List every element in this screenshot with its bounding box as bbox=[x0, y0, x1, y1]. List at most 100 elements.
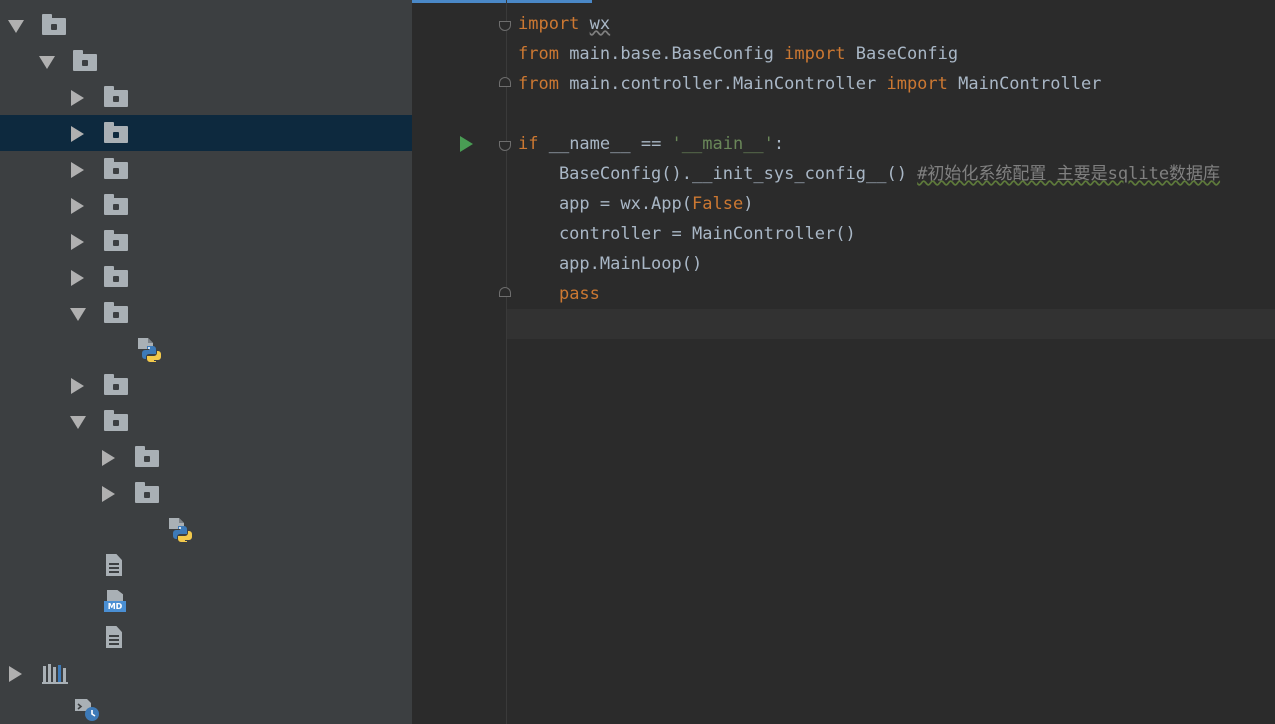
markdown-glyph: MD bbox=[104, 590, 126, 612]
code-line[interactable]: controller = MainController() bbox=[518, 219, 1220, 249]
folder-glyph bbox=[73, 50, 97, 71]
code-line[interactable]: if __name__ == '__main__': bbox=[518, 129, 1220, 159]
tree-node-scratches[interactable] bbox=[0, 691, 412, 724]
code-token: controller = MainController() bbox=[518, 224, 856, 244]
tree-node-version[interactable] bbox=[0, 367, 412, 403]
fold-icon[interactable] bbox=[499, 21, 511, 31]
code-line[interactable] bbox=[518, 99, 1220, 129]
project-tree-panel: MD bbox=[0, 0, 412, 724]
python-glyph bbox=[138, 338, 161, 362]
folder-icon bbox=[71, 43, 101, 79]
tree-node-sys[interactable] bbox=[0, 475, 412, 511]
code-token: ) bbox=[743, 194, 754, 214]
ide-window: MD import wx from main.base.BaseConfig im… bbox=[0, 0, 1275, 724]
folder-glyph bbox=[104, 410, 128, 431]
tree-node-help[interactable] bbox=[0, 439, 412, 475]
text-file-icon bbox=[102, 547, 132, 583]
tree-node-mainview-py[interactable] bbox=[0, 511, 412, 547]
tree-node-controller[interactable] bbox=[0, 151, 412, 187]
gutter-line[interactable] bbox=[412, 39, 507, 69]
tree-node-object[interactable] bbox=[0, 187, 412, 223]
expand-arrow-icon[interactable] bbox=[71, 198, 84, 214]
fold-end-icon[interactable] bbox=[499, 77, 511, 87]
tree-node-requirements-txt[interactable] bbox=[0, 619, 412, 655]
folder-glyph bbox=[104, 266, 128, 287]
expand-arrow-icon[interactable] bbox=[71, 234, 84, 250]
fold-icon[interactable] bbox=[499, 141, 511, 151]
gutter-line[interactable] bbox=[412, 9, 511, 39]
expand-arrow-icon[interactable] bbox=[102, 486, 115, 502]
tree-node-readme-md[interactable]: MD bbox=[0, 583, 412, 619]
gutter-line[interactable] bbox=[412, 309, 507, 339]
libraries-icon bbox=[40, 655, 70, 691]
tree-node-start[interactable] bbox=[0, 295, 412, 331]
folder-icon bbox=[102, 259, 132, 295]
markdown-icon-text: MD bbox=[104, 601, 126, 612]
code-token: main.base.BaseConfig bbox=[558, 44, 785, 64]
code-line[interactable]: pass bbox=[518, 279, 1220, 309]
code-token: : bbox=[773, 134, 785, 154]
tree-node-view[interactable] bbox=[0, 403, 412, 439]
expand-arrow-icon[interactable] bbox=[102, 450, 115, 466]
tree-node-access[interactable] bbox=[0, 79, 412, 115]
folder-icon bbox=[133, 439, 163, 475]
code-token: BaseConfig().__init_sys_config__() bbox=[518, 164, 918, 184]
expand-arrow-icon[interactable] bbox=[71, 378, 84, 394]
tree-node-bootstrap-py[interactable] bbox=[0, 331, 412, 367]
expand-arrow-icon[interactable] bbox=[71, 162, 84, 178]
code-editor[interactable]: import wx from main.base.BaseConfig impor… bbox=[412, 0, 1275, 724]
gutter-line[interactable] bbox=[412, 219, 507, 249]
gutter-line[interactable] bbox=[412, 249, 507, 279]
code-line[interactable]: from main.base.BaseConfig import BaseCon… bbox=[518, 39, 1220, 69]
code-token: MainController bbox=[947, 74, 1102, 94]
gutter-line[interactable] bbox=[412, 69, 511, 99]
code-line[interactable]: BaseConfig().__init_sys_config__() #初始化系… bbox=[518, 159, 1220, 189]
code-line[interactable]: app.MainLoop() bbox=[518, 249, 1220, 279]
tree-node-main[interactable] bbox=[0, 43, 412, 79]
gutter-line[interactable] bbox=[412, 159, 507, 189]
code-token: wx bbox=[589, 14, 611, 34]
gutter-line[interactable] bbox=[412, 279, 511, 309]
project-tree: MD bbox=[0, 7, 412, 724]
folder-glyph bbox=[104, 158, 128, 179]
tree-node-gitignore[interactable] bbox=[0, 547, 412, 583]
file-glyph bbox=[106, 626, 122, 648]
run-icon[interactable] bbox=[460, 136, 473, 152]
folder-glyph bbox=[104, 86, 128, 107]
folder-glyph bbox=[135, 446, 159, 467]
expand-arrow-icon[interactable] bbox=[71, 270, 84, 286]
tree-node-base[interactable] bbox=[0, 115, 412, 151]
code-line[interactable]: app = wx.App(False) bbox=[518, 189, 1220, 219]
code-keyword: if bbox=[518, 134, 539, 154]
fold-end-icon[interactable] bbox=[499, 287, 511, 297]
expand-arrow-icon[interactable] bbox=[71, 126, 84, 142]
folder-glyph bbox=[104, 302, 128, 323]
collapse-arrow-icon[interactable] bbox=[70, 416, 86, 429]
editor-gutter[interactable] bbox=[412, 9, 511, 339]
folder-glyph bbox=[104, 122, 128, 143]
code-keyword: import bbox=[886, 74, 948, 94]
scratches-icon bbox=[71, 691, 101, 724]
tree-node-toolkit-frame[interactable] bbox=[0, 7, 412, 43]
expand-arrow-icon[interactable] bbox=[71, 90, 84, 106]
tree-node-resource[interactable] bbox=[0, 259, 412, 295]
collapse-arrow-icon[interactable] bbox=[39, 56, 55, 69]
code-keyword: pass bbox=[558, 284, 600, 304]
collapse-arrow-icon[interactable] bbox=[8, 20, 24, 33]
code-line[interactable] bbox=[518, 309, 1220, 339]
code-line[interactable]: import wx bbox=[518, 9, 1220, 39]
expand-arrow-icon[interactable] bbox=[9, 666, 22, 682]
gutter-line[interactable] bbox=[412, 129, 511, 159]
code-keyword: import bbox=[784, 44, 846, 64]
code-line[interactable]: from main.controller.MainController impo… bbox=[518, 69, 1220, 99]
tree-node-external-libraries[interactable] bbox=[0, 655, 412, 691]
code-area[interactable]: import wx from main.base.BaseConfig impor… bbox=[518, 9, 1220, 339]
tree-node-plugin[interactable] bbox=[0, 223, 412, 259]
folder-glyph bbox=[42, 14, 66, 35]
tree-node-label bbox=[72, 7, 82, 43]
gutter-line[interactable] bbox=[412, 99, 507, 129]
collapse-arrow-icon[interactable] bbox=[70, 308, 86, 321]
gutter-line[interactable] bbox=[412, 189, 507, 219]
folder-icon bbox=[102, 115, 132, 151]
folder-icon bbox=[102, 151, 132, 187]
